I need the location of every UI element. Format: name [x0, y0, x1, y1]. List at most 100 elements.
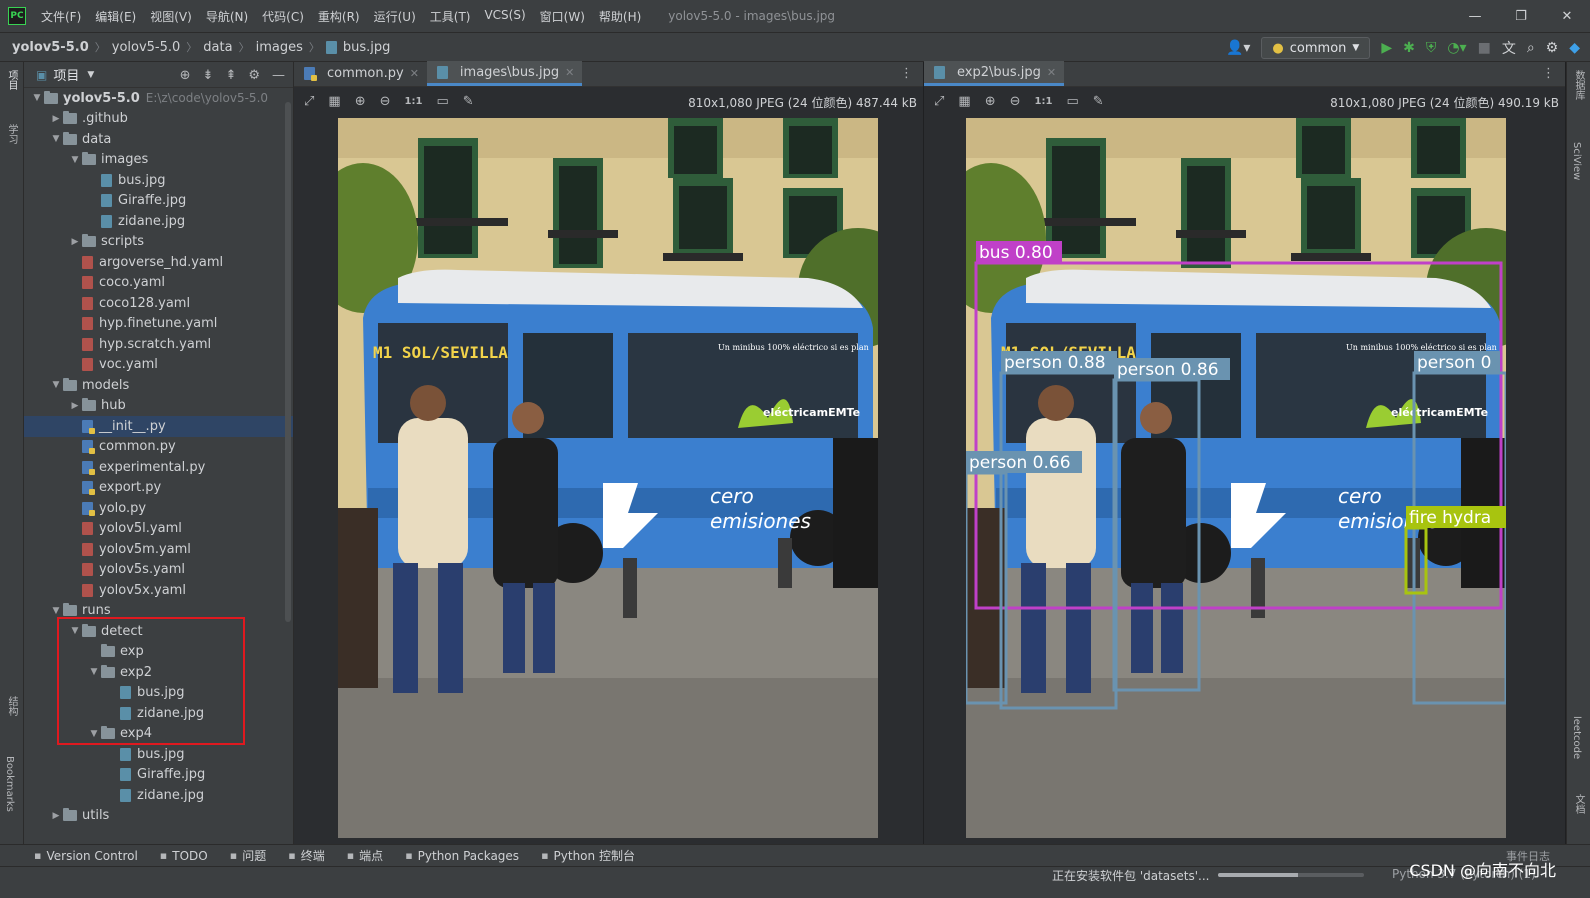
tree-file[interactable]: yolov5x.yaml — [24, 580, 293, 601]
run-icon[interactable]: ▶ — [1381, 40, 1392, 56]
tree-file[interactable]: yolov5s.yaml — [24, 560, 293, 581]
minimize-icon[interactable]: — — [1452, 0, 1498, 32]
locate-icon[interactable]: ⊕ — [180, 68, 191, 83]
tree-folder[interactable]: ▶ .github — [24, 109, 293, 130]
plugin-icon[interactable]: ◆ — [1569, 40, 1580, 56]
gear-icon[interactable]: ⚙ — [248, 68, 260, 83]
menu-item[interactable]: 运行(U) — [367, 8, 423, 25]
breadcrumb-item[interactable]: yolov5-5.0 — [108, 40, 185, 55]
actual-size-icon[interactable]: 1:1 — [405, 96, 423, 107]
tree-file[interactable]: argoverse_hd.yaml — [24, 252, 293, 273]
zoom-out-icon[interactable]: ⊖ — [380, 94, 391, 109]
menu-item[interactable]: 导航(N) — [199, 8, 255, 25]
zoom-out-icon[interactable]: ⊖ — [1010, 94, 1021, 109]
tool-window-button[interactable]: ▪ 终端 — [288, 847, 324, 864]
background-icon[interactable]: ▭ — [1066, 94, 1078, 109]
tree-folder[interactable]: ▶ utils — [24, 806, 293, 827]
tool-window-button[interactable]: ▪ TODO — [160, 849, 208, 863]
close-icon[interactable]: ✕ — [565, 66, 574, 79]
actual-size-icon[interactable]: 1:1 — [1035, 96, 1053, 107]
user-icon[interactable]: 👤▾ — [1226, 40, 1250, 56]
settings-icon[interactable]: ⚙ — [1546, 40, 1559, 56]
tree-scrollbar[interactable] — [285, 102, 291, 622]
tree-file[interactable]: common.py — [24, 437, 293, 458]
coverage-icon[interactable]: ⛨ — [1426, 40, 1437, 56]
fit-icon[interactable]: ⤢ — [934, 94, 944, 109]
tree-file[interactable]: coco.yaml — [24, 273, 293, 294]
tree-file[interactable]: export.py — [24, 478, 293, 499]
background-icon[interactable]: ▭ — [436, 94, 448, 109]
tree-folder[interactable]: ▶ scripts — [24, 232, 293, 253]
tree-file[interactable]: bus.jpg — [24, 170, 293, 191]
tool-window-button[interactable]: ▪ Version Control — [34, 849, 138, 863]
restore-icon[interactable]: ❐ — [1498, 0, 1544, 32]
breadcrumb-item[interactable]: data — [199, 40, 236, 55]
menu-item[interactable]: 帮助(H) — [592, 8, 648, 25]
structure-tool-tab[interactable]: 结构 — [4, 696, 19, 716]
sciview-tool-tab[interactable]: SciView — [1571, 142, 1582, 180]
search-icon[interactable]: ⌕ — [1527, 40, 1535, 56]
tree-folder[interactable]: ▶ hub — [24, 396, 293, 417]
zoom-in-icon[interactable]: ⊕ — [355, 94, 366, 109]
database-tool-tab[interactable]: 数据库 — [1571, 70, 1586, 100]
learn-tool-tab[interactable]: 学习 — [4, 124, 19, 144]
debug-icon[interactable]: ✱ — [1403, 40, 1415, 56]
documentation-tool-tab[interactable]: 文档 — [1571, 794, 1586, 814]
tree-file[interactable]: yolov5m.yaml — [24, 539, 293, 560]
run-config-select[interactable]: ● common ▼ — [1261, 37, 1371, 59]
background-task-progress[interactable] — [1218, 873, 1364, 877]
collapse-all-icon[interactable]: ⇞ — [225, 68, 236, 83]
tree-file[interactable]: zidane.jpg — [24, 785, 293, 806]
tool-window-button[interactable]: ▪ 问题 — [230, 847, 266, 864]
editor-tab[interactable]: exp2\bus.jpg ✕ — [924, 61, 1065, 86]
translate-icon[interactable]: 文 — [1502, 38, 1516, 58]
chevron-down-icon[interactable]: ▼ — [87, 70, 94, 80]
tree-folder[interactable]: ▼ models — [24, 375, 293, 396]
tree-file[interactable]: yolo.py — [24, 498, 293, 519]
tree-folder[interactable]: ▼ data — [24, 129, 293, 150]
menu-item[interactable]: 编辑(E) — [88, 8, 143, 25]
color-picker-icon[interactable]: ✎ — [463, 94, 474, 109]
breadcrumb-item[interactable]: images — [252, 40, 307, 55]
menu-item[interactable]: VCS(S) — [477, 8, 532, 25]
close-icon[interactable]: ✕ — [410, 67, 419, 80]
tree-file[interactable]: zidane.jpg — [24, 211, 293, 232]
editor-tab[interactable]: images\bus.jpg ✕ — [426, 61, 583, 86]
tool-window-button[interactable]: ▪ Python Packages — [405, 849, 519, 863]
profile-icon[interactable]: ◔▾ — [1447, 40, 1466, 56]
tool-window-button[interactable]: ▪ 端点 — [347, 847, 383, 864]
grid-icon[interactable]: ▦ — [328, 94, 340, 109]
more-icon[interactable]: ⋮ — [900, 66, 913, 81]
color-picker-icon[interactable]: ✎ — [1093, 94, 1104, 109]
tree-file[interactable]: experimental.py — [24, 457, 293, 478]
grid-icon[interactable]: ▦ — [958, 94, 970, 109]
menu-item[interactable]: 文件(F) — [34, 8, 88, 25]
tree-root[interactable]: ▼ yolov5-5.0 E:\z\code\yolov5-5.0 — [24, 88, 293, 109]
project-panel-title[interactable]: 项目 — [53, 65, 79, 84]
menu-item[interactable]: 视图(V) — [143, 8, 199, 25]
fit-icon[interactable]: ⤢ — [304, 94, 314, 109]
tree-file[interactable]: voc.yaml — [24, 355, 293, 376]
close-icon[interactable]: ✕ — [1544, 0, 1590, 32]
menu-item[interactable]: 工具(T) — [423, 8, 478, 25]
tree-file[interactable]: hyp.scratch.yaml — [24, 334, 293, 355]
leetcode-tool-tab[interactable]: leetcode — [1571, 716, 1582, 759]
close-icon[interactable]: ✕ — [1047, 66, 1056, 79]
tree-file[interactable]: yolov5l.yaml — [24, 519, 293, 540]
tree-file[interactable]: Giraffe.jpg — [24, 765, 293, 786]
tool-window-button[interactable]: ▪ Python 控制台 — [541, 847, 635, 864]
menu-item[interactable]: 窗口(W) — [533, 8, 592, 25]
tree-folder[interactable]: ▼ images — [24, 150, 293, 171]
tree-file[interactable]: coco128.yaml — [24, 293, 293, 314]
breadcrumb-item[interactable]: yolov5-5.0 — [0, 40, 93, 55]
menu-item[interactable]: 代码(C) — [255, 8, 311, 25]
stop-icon[interactable]: ■ — [1478, 40, 1491, 56]
more-icon[interactable]: ⋮ — [1542, 66, 1555, 81]
tree-file[interactable]: __init__.py — [24, 416, 293, 437]
menu-item[interactable]: 重构(R) — [311, 8, 367, 25]
background-task-text[interactable]: 正在安装软件包 'datasets'... — [1052, 867, 1209, 884]
tree-file[interactable]: Giraffe.jpg — [24, 191, 293, 212]
breadcrumb-item[interactable]: bus.jpg — [339, 40, 395, 55]
expand-all-icon[interactable]: ⇟ — [203, 68, 214, 83]
editor-tab[interactable]: common.py ✕ — [294, 61, 427, 86]
